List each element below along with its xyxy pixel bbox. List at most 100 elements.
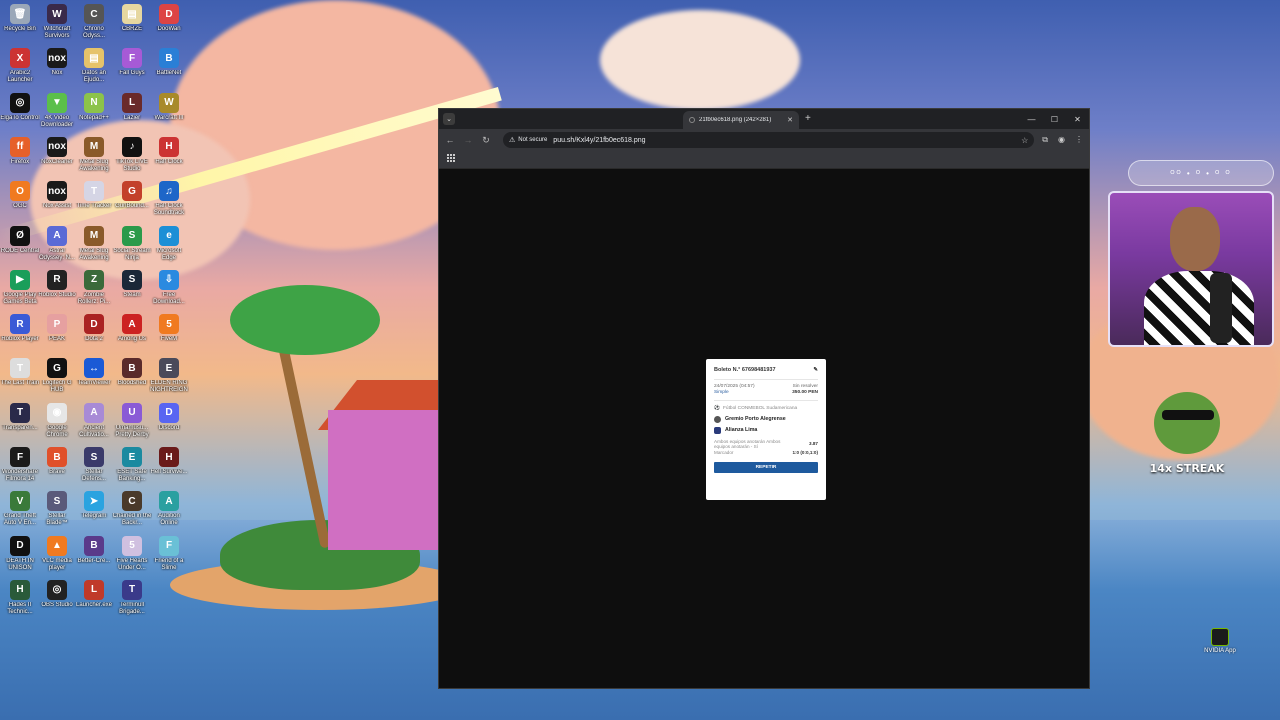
- desktop-icon[interactable]: D Dota 2: [74, 314, 114, 358]
- desktop-icon[interactable]: F Wondershare Filmora 14: [0, 447, 40, 491]
- desktop-icon[interactable]: W Warcraft III: [149, 92, 189, 137]
- desktop-icon[interactable]: E ESET Safe Banking...: [112, 447, 152, 491]
- desktop-icon[interactable]: ▼ 4K Video Downloader: [37, 92, 77, 137]
- desktop-icon-label: 4K Video Downloader: [40, 114, 74, 128]
- minimize-icon[interactable]: —: [1020, 109, 1043, 129]
- desktop-icon[interactable]: O OGC: [0, 181, 40, 225]
- desktop-icon[interactable]: R Roblox Studio: [37, 269, 77, 314]
- apps-grid-icon[interactable]: [447, 154, 455, 162]
- desktop-icon-label: Stellar Blade™: [46, 513, 68, 527]
- league-name: Fútbol CONMEBOL Sudamericana: [722, 406, 798, 411]
- desktop-icon[interactable]: H Hell Survive...: [149, 447, 189, 491]
- desktop-icon[interactable]: ▤ Datos an Ejudo...: [74, 48, 114, 92]
- desktop-icon[interactable]: nox Nox Assist: [37, 181, 77, 225]
- desktop-icon-label: Audition Online: [158, 513, 180, 527]
- back-icon[interactable]: ←: [445, 135, 455, 145]
- desktop-icon[interactable]: C Chained in the Backr...: [112, 491, 152, 535]
- desktop-icon[interactable]: A Ancient Cultivatio...: [74, 402, 114, 447]
- ticket-meta-row: 24/07/2025 (04:57) Sin resolver: [714, 384, 818, 389]
- app-icon: ▤: [84, 48, 104, 69]
- desktop-icon[interactable]: P PEAK: [37, 314, 77, 358]
- desktop-icon[interactable]: X Arabic2 Launcher: [0, 48, 40, 92]
- desktop-icon[interactable]: ▤ CBRZE: [112, 4, 152, 48]
- desktop-icon[interactable]: Ø RODE Central: [0, 225, 40, 270]
- app-icon: L: [122, 92, 142, 113]
- desktop-icon[interactable]: D DEATH IN UNISON: [0, 535, 40, 580]
- desktop-icon[interactable]: F Friend of a Slime: [149, 535, 189, 580]
- desktop-icon[interactable]: R Roblox Player: [0, 314, 40, 358]
- desktop-icon[interactable]: A Audition Online: [149, 491, 189, 535]
- desktop-icon[interactable]: F Fall Guys: [112, 48, 152, 92]
- reload-icon[interactable]: ↻: [481, 135, 491, 146]
- profile-icon[interactable]: ◉: [1058, 135, 1065, 145]
- app-icon: nox: [47, 48, 67, 69]
- desktop-icon[interactable]: nox NoxCleaner: [37, 136, 77, 181]
- desktop-icon[interactable]: ▲ VLC media player: [37, 535, 77, 580]
- house: [328, 410, 438, 550]
- desktop-icon-label: Time Tracker: [76, 203, 112, 210]
- new-tab-icon[interactable]: +: [805, 113, 811, 124]
- close-window-icon[interactable]: ✕: [1066, 109, 1089, 129]
- desktop-icon[interactable]: ♪ TikTok LIVE Studio: [112, 136, 152, 181]
- desktop-icon[interactable]: M Metal Slug Awakening: [74, 225, 114, 270]
- desktop-icon[interactable]: G Logitech G HUB: [37, 358, 77, 402]
- tab-search-icon[interactable]: ⌄: [443, 113, 455, 125]
- desktop-icon-nvidia[interactable]: NVIDIA App: [1200, 628, 1240, 654]
- desktop-icon[interactable]: ⇩ Free Download...: [149, 269, 189, 314]
- desktop-icon[interactable]: ◉ Google Chrome: [37, 402, 77, 447]
- desktop-icon[interactable]: ▶ Google Play Games Beta: [0, 269, 40, 314]
- desktop-icon[interactable]: H Hades II Technic...: [0, 579, 40, 624]
- pepe-face: [1154, 392, 1220, 454]
- desktop-icon[interactable]: D DooWan: [149, 4, 189, 48]
- desktop-icon[interactable]: G GunBound...: [112, 181, 152, 225]
- desktop-icon[interactable]: ◎ OBS Studio: [37, 579, 77, 624]
- desktop-icon[interactable]: S Stellar Blade™: [37, 491, 77, 535]
- desktop-icon[interactable]: S Stellar Defens...: [74, 447, 114, 491]
- tab-image[interactable]: 21fb0ec618.png (242×281) ✕: [683, 111, 799, 129]
- address-bar[interactable]: ⚠ Not secure puu.sh/Kxl4y/21fb0ec618.png …: [503, 132, 1035, 148]
- desktop-icon[interactable]: L Lazier: [112, 92, 152, 137]
- desktop-icon[interactable]: M Metal Slug Awakening: [74, 136, 114, 181]
- desktop-icon[interactable]: S Social Stream Ninja: [112, 225, 152, 270]
- desktop-icon[interactable]: H Half Clock: [149, 136, 189, 181]
- menu-icon[interactable]: ⋮: [1075, 135, 1083, 145]
- desktop-icon[interactable]: 5 FiveM: [149, 314, 189, 358]
- security-chip[interactable]: ⚠ Not secure: [509, 136, 547, 144]
- desktop-icon[interactable]: A Among Us: [112, 314, 152, 358]
- desktop-icon[interactable]: U Umamusu... Pretty Derby: [112, 402, 152, 447]
- desktop-icon[interactable]: ♫ Half Clock Soundtrack: [149, 181, 189, 225]
- bookmark-star-icon[interactable]: ☆: [1021, 136, 1028, 145]
- desktop-icon[interactable]: D Discord: [149, 402, 189, 447]
- desktop-icon[interactable]: S Steam: [112, 269, 152, 314]
- desktop-icon[interactable]: B Better-Cre...: [74, 535, 114, 580]
- desktop-icon[interactable]: Z Zombie Rollerz: Pi...: [74, 269, 114, 314]
- desktop-icon[interactable]: T Time Tracker: [74, 181, 114, 225]
- desktop-icon[interactable]: B Bloodshed: [112, 358, 152, 402]
- desktop-icon[interactable]: B Brave: [37, 447, 77, 491]
- desktop-icon[interactable]: 🗑 Recycle Bin: [0, 4, 40, 48]
- desktop-icon-label: Grand Theft Auto V En...: [3, 513, 37, 527]
- desktop-icon[interactable]: T Terminull Brigade...: [112, 579, 152, 624]
- desktop-icon[interactable]: W Witchcraft Survivors: [37, 4, 77, 48]
- desktop-icon[interactable]: ff Firefox: [0, 136, 40, 181]
- desktop-icon[interactable]: L Launcher.exe: [74, 579, 114, 624]
- forward-icon[interactable]: →: [463, 135, 473, 145]
- maximize-icon[interactable]: ☐: [1043, 109, 1066, 129]
- desktop-icon[interactable]: nox Nox: [37, 48, 77, 92]
- desktop-icon[interactable]: ↔ TeamViewer: [74, 358, 114, 402]
- desktop-icon[interactable]: C Chrono Odyss...: [74, 4, 114, 48]
- desktop-icon[interactable]: ◎ ElgaTo Control: [0, 92, 40, 137]
- desktop-icon[interactable]: B BattleNet: [149, 48, 189, 92]
- desktop-icon[interactable]: N Notepad++: [74, 92, 114, 137]
- desktop-icon[interactable]: e Microsoft Edge: [149, 225, 189, 270]
- desktop-icon[interactable]: ➤ Telegram: [74, 491, 114, 535]
- desktop-icon[interactable]: T The Last Train: [0, 358, 40, 402]
- close-tab-icon[interactable]: ✕: [787, 116, 793, 124]
- app-icon: ♪: [122, 136, 142, 157]
- desktop-icon[interactable]: A Astral Odyssey: N...: [37, 225, 77, 270]
- extensions-icon[interactable]: ⧉: [1042, 135, 1048, 145]
- desktop-icon[interactable]: E ELDEN RING NIGHTREIGN: [149, 358, 189, 402]
- desktop-icon[interactable]: 5 Five Hearts Under O...: [112, 535, 152, 580]
- desktop-icon[interactable]: V Grand Theft Auto V En...: [0, 491, 40, 535]
- desktop-icon[interactable]: T Transparen...: [0, 402, 40, 447]
